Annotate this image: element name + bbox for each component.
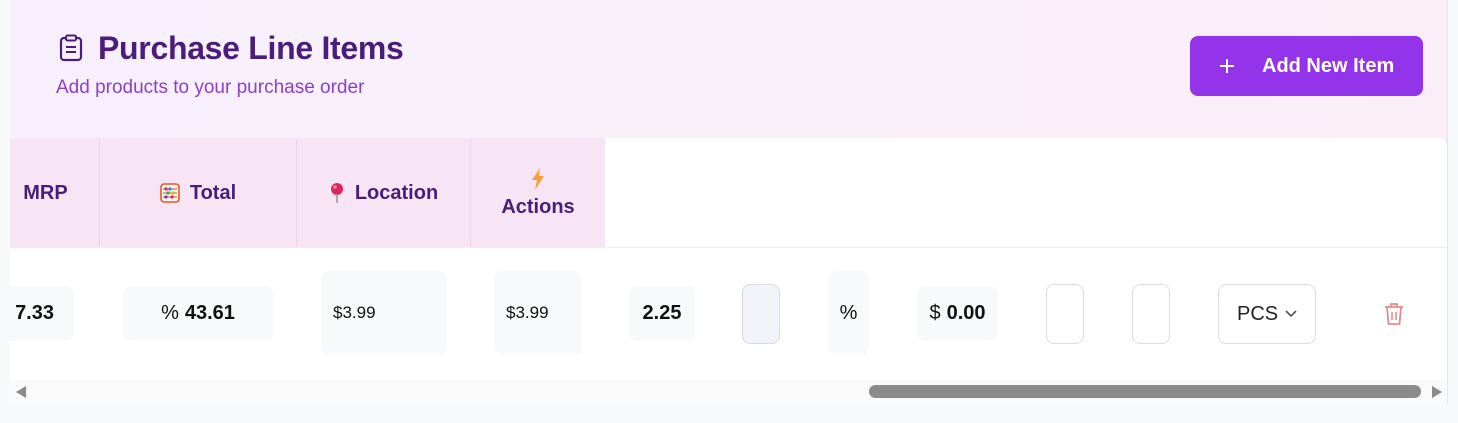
add-new-item-label: Add New Item bbox=[1262, 54, 1395, 77]
lightning-icon bbox=[531, 167, 545, 190]
clipboard-icon bbox=[59, 34, 83, 62]
horizontal-scrollbar[interactable] bbox=[10, 380, 1447, 404]
trash-icon[interactable] bbox=[1384, 302, 1404, 326]
quantity-input[interactable]: 2.25 bbox=[629, 286, 695, 341]
line-items-table: MRP Total Location Actions 7.33 % 43.61 … bbox=[10, 138, 1448, 404]
plus-icon bbox=[1220, 59, 1234, 73]
header-divider bbox=[10, 247, 1447, 248]
scroll-left-arrow-icon[interactable] bbox=[16, 386, 26, 398]
abacus-icon bbox=[160, 183, 180, 203]
column-header-mrp: MRP bbox=[10, 138, 100, 248]
discount-input[interactable] bbox=[742, 284, 780, 344]
column-header-location: Location bbox=[297, 138, 471, 248]
column-header-total: Total bbox=[100, 138, 297, 248]
tax-input[interactable] bbox=[1046, 284, 1084, 344]
batch-input[interactable] bbox=[1132, 284, 1170, 344]
total-cell[interactable]: % 43.61 bbox=[123, 286, 273, 341]
mrp-cell[interactable]: 7.33 bbox=[10, 286, 74, 341]
discount-percent-cell: % bbox=[828, 271, 869, 355]
scroll-right-arrow-icon[interactable] bbox=[1432, 386, 1442, 398]
location-price-input-1[interactable]: $3.99 bbox=[321, 271, 447, 355]
page-subtitle: Add products to your purchase order bbox=[56, 77, 365, 98]
location-price-input-2[interactable]: $3.99 bbox=[494, 271, 582, 355]
page-title: Purchase Line Items bbox=[98, 30, 404, 66]
add-new-item-button[interactable]: Add New Item bbox=[1190, 36, 1423, 96]
chevron-down-icon bbox=[1285, 310, 1297, 318]
scrollbar-thumb[interactable] bbox=[869, 385, 1421, 398]
table-header: MRP Total Location Actions bbox=[10, 138, 605, 248]
column-header-actions: Actions bbox=[471, 138, 605, 248]
unit-select[interactable]: PCS bbox=[1218, 284, 1316, 344]
pushpin-icon bbox=[329, 182, 345, 204]
amount-cell[interactable]: $ 0.00 bbox=[917, 286, 998, 341]
